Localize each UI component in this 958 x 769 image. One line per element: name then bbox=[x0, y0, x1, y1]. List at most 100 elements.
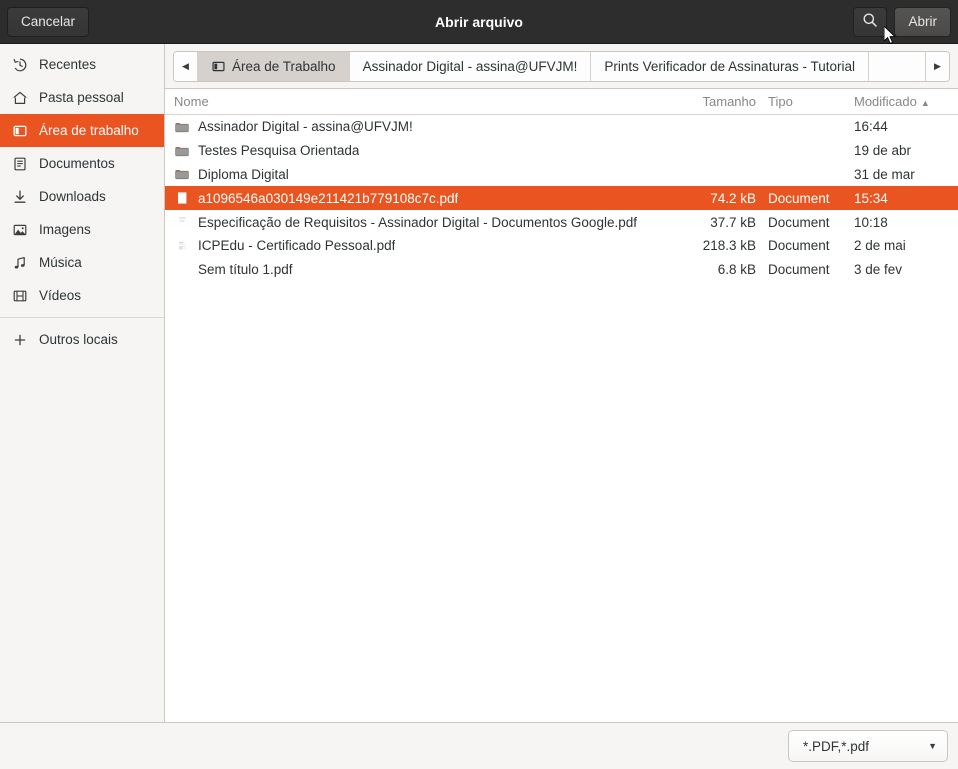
table-row[interactable]: Sem título 1.pdf 6.8 kB Document 3 de fe… bbox=[165, 258, 958, 282]
table-row[interactable]: Diploma Digital 31 de mar bbox=[165, 163, 958, 187]
folder-icon bbox=[174, 166, 190, 182]
places-sidebar: Recentes Pasta pessoal Área de trabalho … bbox=[0, 44, 165, 722]
path-bar: ◀ Área de Trabalho Assinador Digital - a bbox=[165, 44, 958, 89]
file-modified: 10:18 bbox=[854, 214, 888, 230]
file-type-filter-dropdown[interactable]: *.PDF,*.pdf ▼ bbox=[788, 730, 948, 762]
column-header-modified[interactable]: Modificado ▲ bbox=[850, 94, 958, 109]
sidebar-item-pasta-pessoal[interactable]: Pasta pessoal bbox=[0, 81, 164, 114]
file-size: 37.7 kB bbox=[710, 214, 756, 230]
search-icon bbox=[862, 12, 878, 31]
file-name: a1096546a030149e211421b779108c7c.pdf bbox=[198, 190, 459, 206]
folder-icon bbox=[174, 119, 190, 135]
table-row[interactable]: a1096546a030149e211421b779108c7c.pdf 74.… bbox=[165, 186, 958, 211]
column-header-size[interactable]: Tamanho bbox=[682, 94, 762, 109]
sidebar-item-label: Música bbox=[39, 255, 82, 270]
plus-icon bbox=[12, 332, 28, 348]
breadcrumb-spacer bbox=[868, 51, 925, 81]
sidebar-item-label: Área de trabalho bbox=[39, 123, 139, 138]
file-name: Diploma Digital bbox=[198, 166, 289, 182]
file-name: Sem título 1.pdf bbox=[198, 262, 293, 278]
file-type: Document bbox=[768, 238, 830, 254]
file-type: Document bbox=[768, 190, 830, 206]
open-file-dialog: Cancelar Abrir arquivo Abrir Recentes Pa… bbox=[0, 0, 958, 769]
sidebar-item-label: Vídeos bbox=[39, 288, 82, 303]
sidebar-item-videos[interactable]: Vídeos bbox=[0, 279, 164, 312]
sidebar-item-label: Outros locais bbox=[39, 332, 118, 347]
open-button[interactable]: Abrir bbox=[894, 6, 951, 37]
file-name: ICPEdu - Certificado Pessoal.pdf bbox=[198, 238, 396, 254]
desktop-icon bbox=[12, 123, 28, 139]
file-modified: 2 de mai bbox=[854, 238, 906, 254]
file-type: Document bbox=[768, 262, 830, 278]
file-browser-pane: ◀ Área de Trabalho Assinador Digital - a bbox=[165, 44, 958, 722]
breadcrumb-item-prints-verificador[interactable]: Prints Verificador de Assinaturas - Tuto… bbox=[591, 51, 869, 81]
dialog-title: Abrir arquivo bbox=[435, 13, 523, 30]
document-icon bbox=[12, 156, 28, 172]
desktop-icon bbox=[211, 59, 226, 74]
filter-value-label: *.PDF,*.pdf bbox=[803, 738, 870, 754]
breadcrumb-item-area-de-trabalho[interactable]: Área de Trabalho bbox=[198, 51, 350, 81]
chevron-right-icon: ▶ bbox=[934, 60, 941, 71]
sidebar-item-label: Documentos bbox=[39, 156, 115, 171]
file-type: Document bbox=[768, 214, 830, 230]
breadcrumb-item-label: Prints Verificador de Assinaturas - Tuto… bbox=[604, 58, 855, 74]
download-icon bbox=[12, 189, 28, 205]
sidebar-item-downloads[interactable]: Downloads bbox=[0, 180, 164, 213]
sidebar-item-area-de-trabalho[interactable]: Área de trabalho bbox=[0, 114, 164, 147]
file-name: Assinador Digital - assina@UFVJM! bbox=[198, 119, 413, 135]
video-icon bbox=[12, 288, 28, 304]
table-row[interactable]: Testes Pesquisa Orientada 19 de abr bbox=[165, 139, 958, 163]
file-modified: 3 de fev bbox=[854, 262, 903, 278]
sidebar-item-label: Imagens bbox=[39, 222, 91, 237]
dialog-body: Recentes Pasta pessoal Área de trabalho … bbox=[0, 44, 958, 722]
file-size: 74.2 kB bbox=[710, 190, 756, 206]
search-button[interactable] bbox=[853, 6, 888, 37]
sidebar-item-label: Pasta pessoal bbox=[39, 90, 124, 105]
cancel-button[interactable]: Cancelar bbox=[7, 6, 90, 37]
sidebar-item-label: Downloads bbox=[39, 189, 106, 204]
pdf-blank-icon bbox=[174, 190, 190, 206]
pdf-thumb-icon bbox=[174, 214, 190, 230]
breadcrumb: ◀ Área de Trabalho Assinador Digital - a bbox=[173, 50, 950, 82]
sidebar-item-outros-locais[interactable]: Outros locais bbox=[0, 323, 164, 356]
sidebar-item-documentos[interactable]: Documentos bbox=[0, 147, 164, 180]
pdf-thumb-icon bbox=[174, 238, 190, 254]
file-name: Especificação de Requisitos - Assinador … bbox=[198, 214, 637, 230]
file-list[interactable]: Assinador Digital - assina@UFVJM! 16:44 bbox=[165, 115, 958, 722]
folder-icon bbox=[174, 143, 190, 159]
file-list-header: Nome Tamanho Tipo Modificado ▲ bbox=[165, 89, 958, 115]
breadcrumb-item-label: Área de Trabalho bbox=[232, 58, 336, 74]
pdf-empty-icon bbox=[174, 262, 190, 278]
file-modified: 19 de abr bbox=[854, 143, 912, 159]
sidebar-item-recentes[interactable]: Recentes bbox=[0, 48, 164, 81]
table-row[interactable]: Especificação de Requisitos - Assinador … bbox=[165, 210, 958, 234]
sort-ascending-icon: ▲ bbox=[920, 98, 930, 108]
chevron-down-icon: ▼ bbox=[928, 741, 937, 751]
image-icon bbox=[12, 222, 28, 238]
dialog-footer: *.PDF,*.pdf ▼ bbox=[0, 722, 958, 769]
sidebar-item-imagens[interactable]: Imagens bbox=[0, 213, 164, 246]
music-icon bbox=[12, 255, 28, 271]
dialog-header-bar: Cancelar Abrir arquivo Abrir bbox=[0, 0, 958, 44]
path-forward-button[interactable]: ▶ bbox=[925, 51, 949, 81]
table-row[interactable]: Assinador Digital - assina@UFVJM! 16:44 bbox=[165, 115, 958, 139]
column-header-modified-label: Modificado bbox=[854, 94, 917, 109]
path-back-button[interactable]: ◀ bbox=[174, 51, 198, 81]
breadcrumb-item-label: Assinador Digital - assina@UFVJM! bbox=[362, 58, 578, 74]
table-row[interactable]: ICPEdu - Certificado Pessoal.pdf 218.3 k… bbox=[165, 234, 958, 258]
file-modified: 15:34 bbox=[854, 190, 888, 206]
chevron-left-icon: ◀ bbox=[182, 60, 189, 71]
clock-icon bbox=[12, 57, 28, 73]
file-size: 218.3 kB bbox=[702, 238, 756, 254]
file-name: Testes Pesquisa Orientada bbox=[198, 143, 360, 159]
breadcrumb-item-assinador-digital[interactable]: Assinador Digital - assina@UFVJM! bbox=[349, 51, 592, 81]
home-icon bbox=[12, 90, 28, 106]
file-modified: 31 de mar bbox=[854, 166, 915, 182]
file-modified: 16:44 bbox=[854, 119, 888, 135]
column-header-type[interactable]: Tipo bbox=[762, 94, 850, 109]
sidebar-item-musica[interactable]: Música bbox=[0, 246, 164, 279]
sidebar-separator bbox=[0, 317, 164, 318]
file-size: 6.8 kB bbox=[717, 262, 756, 278]
column-header-name[interactable]: Nome bbox=[165, 94, 682, 109]
sidebar-item-label: Recentes bbox=[39, 57, 97, 72]
